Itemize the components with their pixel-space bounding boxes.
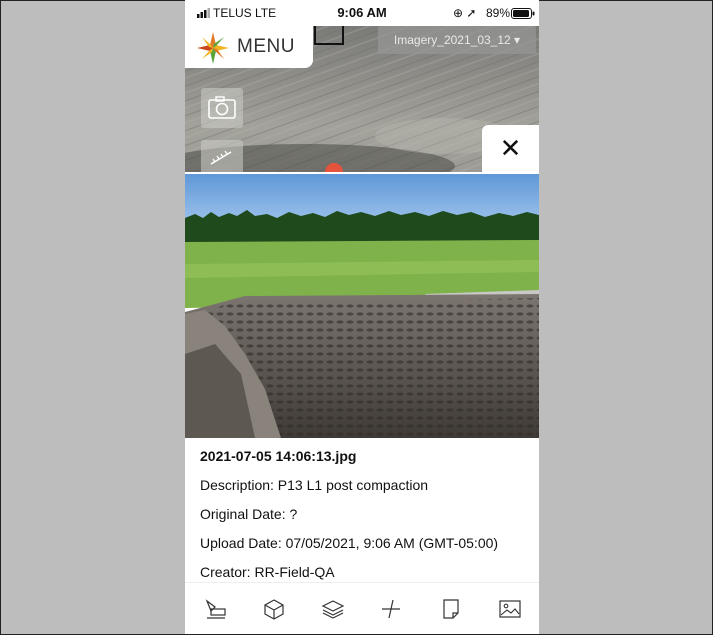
measure-tool-button[interactable]	[378, 597, 404, 621]
image-icon	[499, 600, 521, 618]
photo-creator: Creator: RR-Field-QA	[200, 564, 335, 580]
draw-tool-button[interactable]	[203, 597, 229, 621]
menu-label: MENU	[237, 36, 295, 57]
site-photo-image	[185, 174, 539, 438]
note-icon	[443, 599, 459, 619]
battery-percentage: 89%	[486, 6, 511, 20]
camera-icon	[208, 96, 236, 119]
camera-button[interactable]	[201, 88, 243, 128]
photo-description: Description: P13 L1 post compaction	[200, 477, 429, 493]
chevron-down-icon: ▾	[514, 33, 521, 47]
battery-icon	[511, 8, 535, 19]
location-icon: ⊕ ➚	[453, 6, 477, 20]
phone-screen: TELUS LTE 9:06 AM ⊕ ➚ 89% MENU Imagery_2…	[185, 0, 539, 634]
measure-button[interactable]	[201, 140, 243, 172]
photo-upload-date: Upload Date: 07/05/2021, 9:06 AM (GMT-05…	[200, 535, 499, 551]
photo-filename: 2021-07-05 14:06:13.jpg	[200, 448, 357, 464]
bottom-toolbar	[185, 582, 539, 634]
ruler-icon	[210, 150, 232, 165]
layers-icon	[321, 600, 345, 619]
3d-box-tool-button[interactable]	[261, 597, 287, 621]
imagery-layer-select[interactable]: Imagery_2021_03_12 ▾	[378, 26, 536, 54]
layers-tool-button[interactable]	[320, 597, 346, 621]
close-button[interactable]: ✕	[482, 125, 539, 172]
brand-logo-icon	[197, 32, 229, 64]
draw-tool-icon	[205, 599, 226, 619]
measure-icon	[382, 599, 400, 619]
photo-info-panel: 2021-07-05 14:06:13.jpg Description: P13…	[200, 447, 530, 592]
notes-tool-button[interactable]	[438, 597, 464, 621]
photos-tool-button[interactable]	[497, 597, 523, 621]
close-icon: ✕	[499, 133, 522, 163]
site-photo[interactable]	[185, 174, 539, 438]
cube-icon	[264, 599, 284, 620]
menu-button[interactable]: MENU	[185, 26, 313, 68]
photo-original-date: Original Date: ?	[200, 506, 298, 522]
status-bar: TELUS LTE 9:06 AM ⊕ ➚ 89%	[185, 0, 539, 26]
imagery-layer-value: Imagery_2021_03_12	[393, 33, 511, 47]
